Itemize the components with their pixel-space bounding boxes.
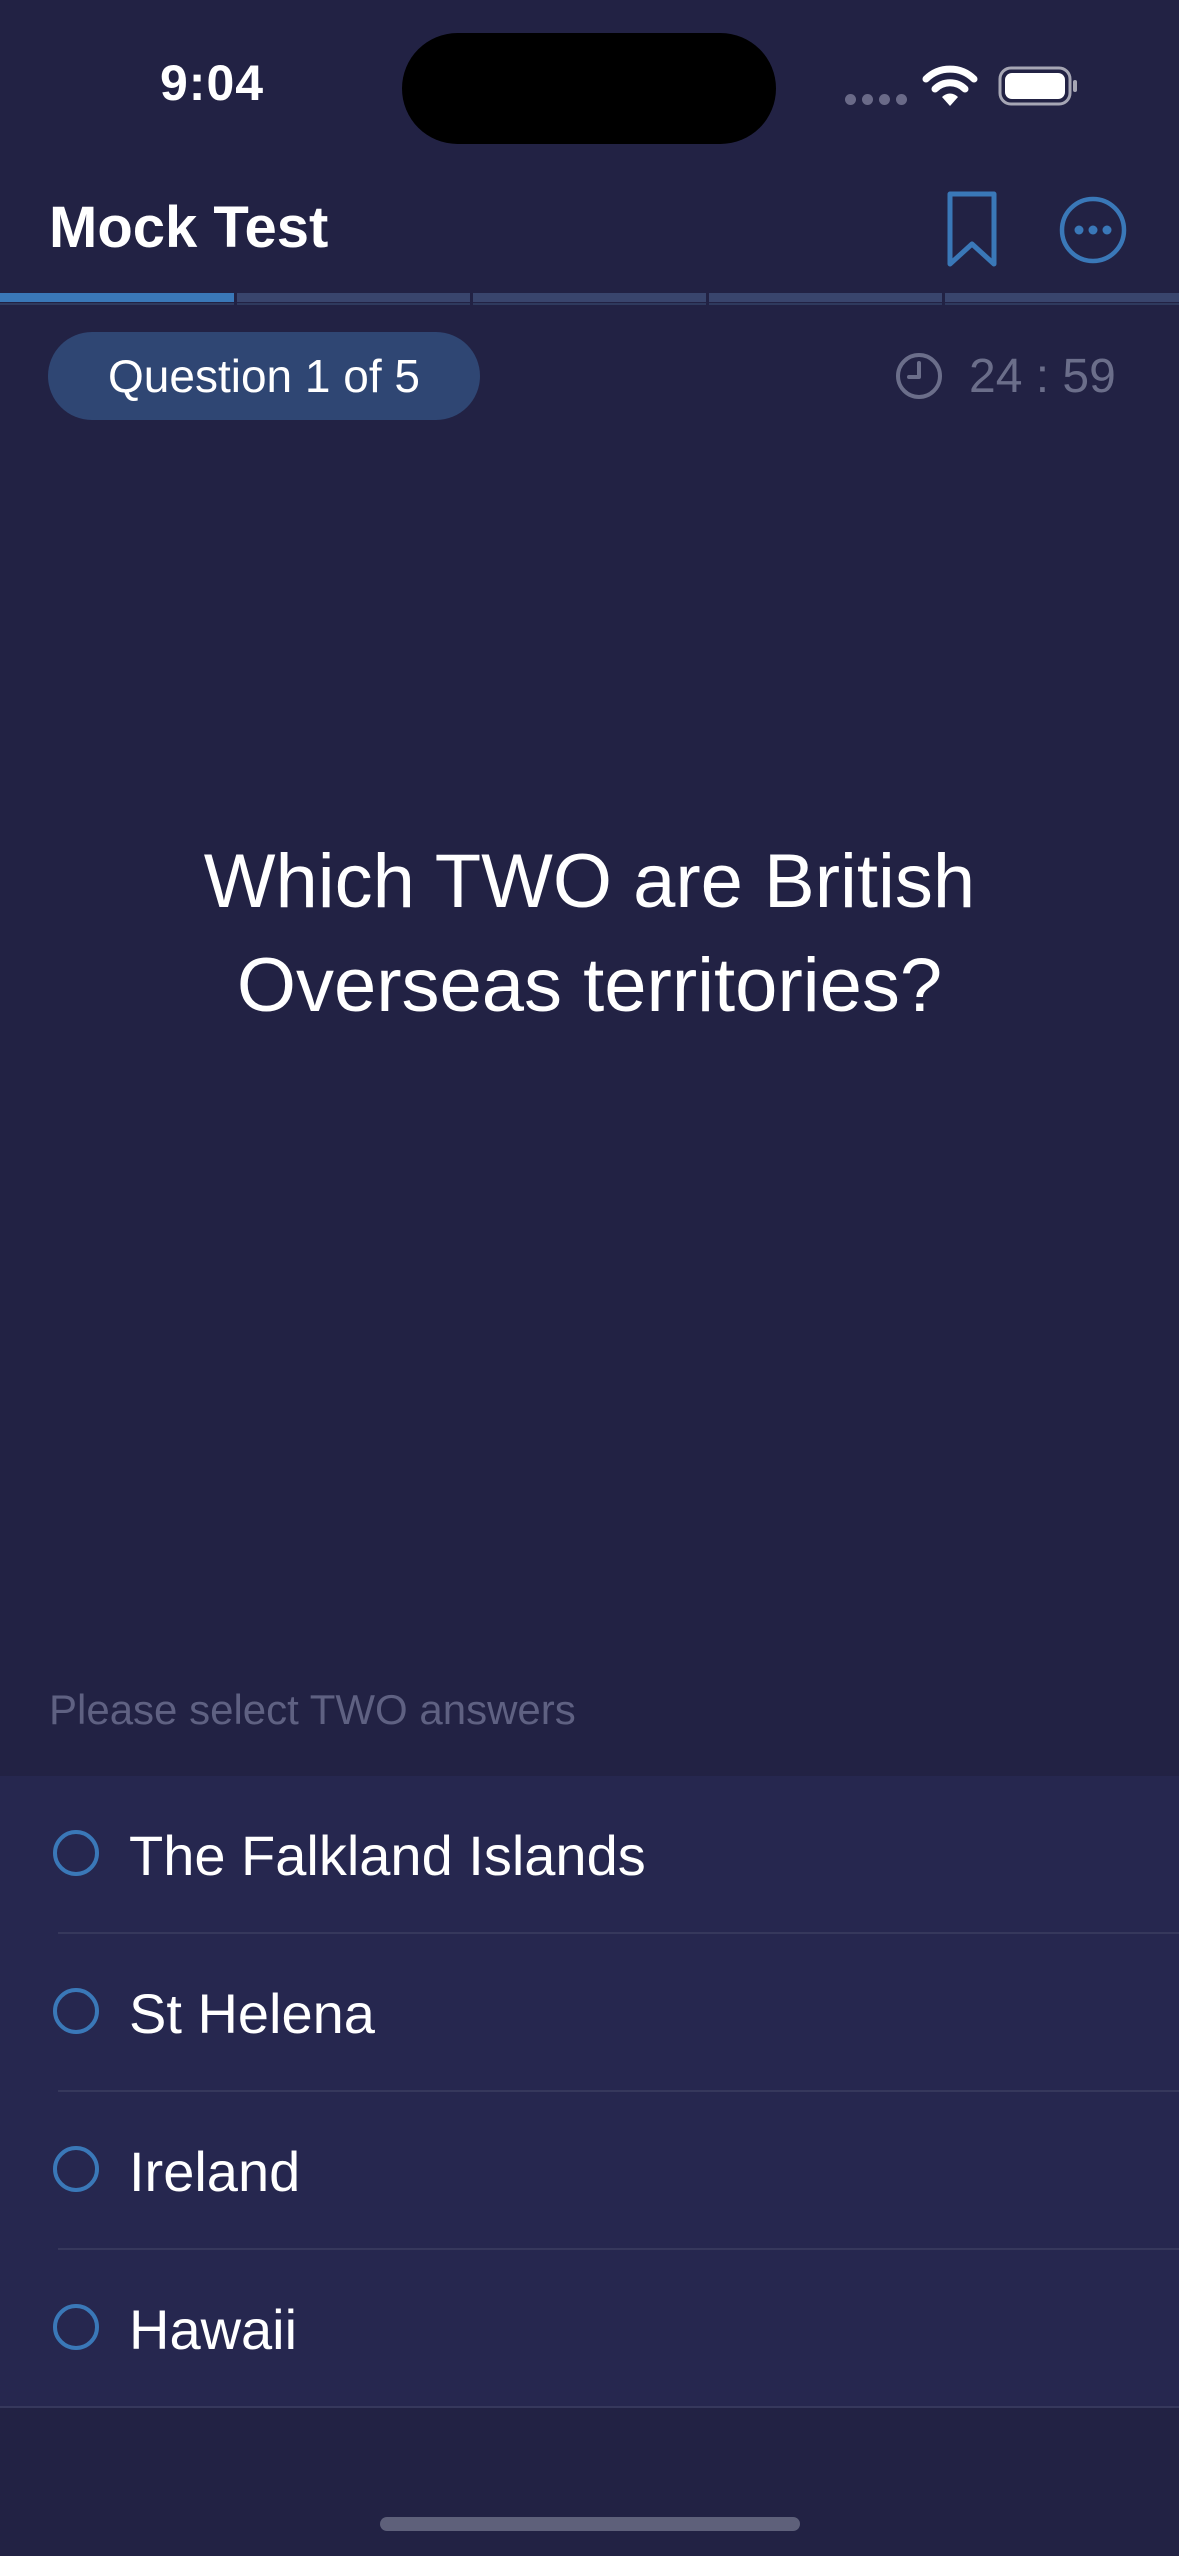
progress-segment (473, 292, 706, 306)
wifi-icon (922, 65, 978, 106)
answer-label: Hawaii (129, 2297, 298, 2361)
question-progress-bar (0, 292, 1179, 306)
status-bar: 9:04 (0, 0, 1179, 170)
answer-option[interactable]: Hawaii (0, 2250, 1179, 2408)
dynamic-island (402, 33, 776, 144)
question-counter-label: Question 1 of 5 (108, 350, 420, 402)
answer-option[interactable]: St Helena (0, 1934, 1179, 2092)
navigation-bar: Mock Test (0, 170, 1179, 290)
radio-unchecked-icon[interactable] (52, 2303, 100, 2351)
home-indicator[interactable] (380, 2517, 800, 2531)
progress-segment (237, 292, 470, 306)
answer-list: The Falkland Islands St Helena Ireland H… (0, 1776, 1179, 2408)
countdown-timer: 24 : 59 (895, 344, 1116, 408)
bookmark-icon[interactable] (944, 190, 1000, 270)
status-time: 9:04 (160, 55, 265, 111)
answer-option[interactable]: The Falkland Islands (0, 1776, 1179, 1934)
question-text: Which TWO are British Overseas territori… (203, 839, 976, 1028)
progress-segment (709, 292, 942, 306)
divider (0, 2406, 1179, 2408)
radio-unchecked-icon[interactable] (52, 1987, 100, 2035)
radio-unchecked-icon[interactable] (52, 1829, 100, 1877)
answer-option[interactable]: Ireland (0, 2092, 1179, 2250)
more-options-icon[interactable] (1058, 195, 1128, 265)
cellular-signal-icon (845, 94, 907, 106)
answer-instruction: Please select TWO answers (49, 1686, 576, 1733)
timer-value: 24 : 59 (969, 349, 1116, 403)
page-title: Mock Test (49, 195, 329, 260)
answer-label: The Falkland Islands (129, 1823, 646, 1887)
question-counter-badge: Question 1 of 5 (48, 332, 480, 420)
battery-icon (998, 66, 1077, 106)
answer-label: Ireland (129, 2139, 301, 2203)
radio-unchecked-icon[interactable] (52, 2145, 100, 2193)
answer-label: St Helena (129, 1981, 375, 2045)
clock-icon (896, 353, 942, 399)
progress-segment (945, 292, 1179, 306)
progress-segment (0, 292, 234, 306)
